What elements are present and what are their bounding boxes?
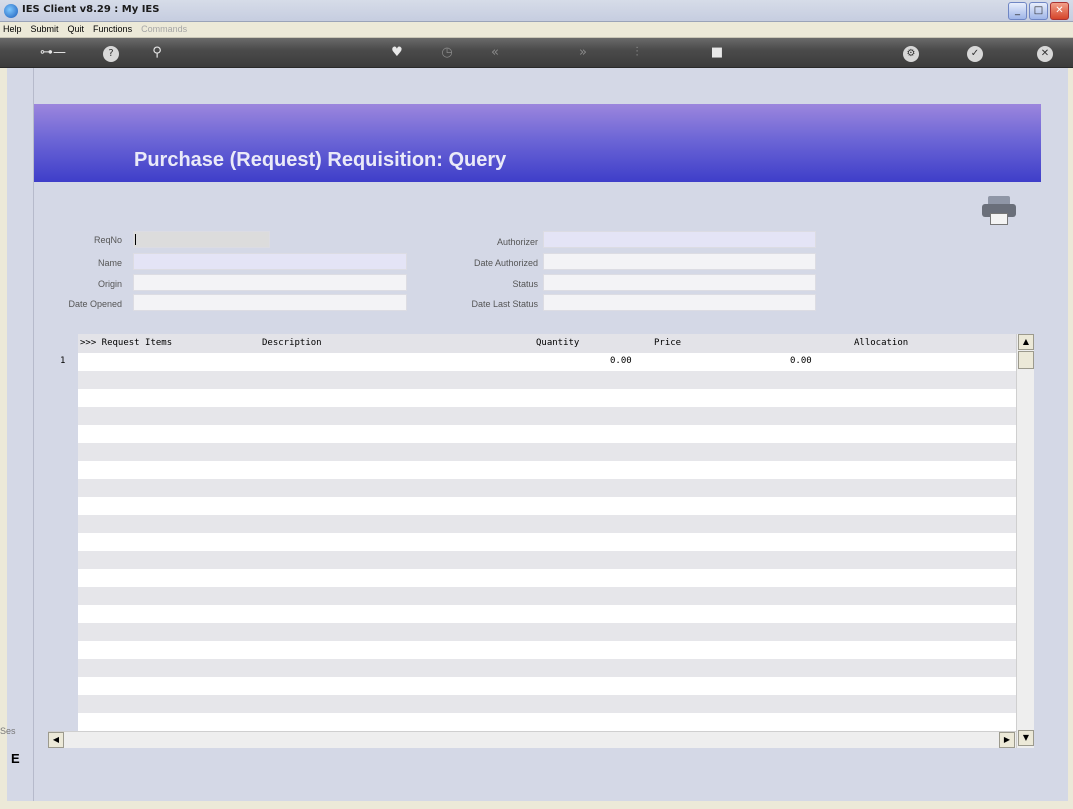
name-field[interactable] [133,253,407,270]
horizontal-scrollbar[interactable]: ◀ ▶ [48,731,1016,748]
col-price[interactable]: Price [654,334,681,353]
help-icon[interactable]: ? [100,44,122,62]
window-title: IES Client v8.29 : My IES [22,4,160,15]
table-row[interactable] [78,677,1016,695]
table-row[interactable] [78,695,1016,713]
origin-label: Origin [97,279,122,289]
reqno-field[interactable] [133,231,270,248]
table-row[interactable] [78,389,1016,407]
grid-rows: 0.00 0.00 [78,353,1016,731]
table-row[interactable] [78,551,1016,569]
close-icon[interactable]: ✕ [1034,44,1056,62]
col-allocation[interactable]: Allocation [854,334,908,353]
reqno-label: ReqNo [93,235,122,245]
close-window-button[interactable]: ✕ [1050,2,1069,20]
minimize-button[interactable]: _ [1008,2,1027,20]
heart-icon[interactable]: ♥ [386,44,408,62]
side-label: Ses [0,726,16,736]
table-row[interactable] [78,515,1016,533]
fast-forward-icon[interactable]: » [572,44,594,62]
printer-paper-out [990,213,1008,225]
date-opened-label: Date Opened [68,299,122,309]
settings-icon[interactable]: ⚙ [900,44,922,62]
menu-commands: Commands [141,24,188,34]
tree-icon[interactable]: ⫶ [626,44,648,62]
date-last-status-label: Date Last Status [471,299,538,309]
vertical-scrollbar[interactable]: ▲ ▼ [1016,334,1034,748]
col-quantity[interactable]: Quantity [536,334,579,353]
table-row[interactable] [78,497,1016,515]
toolbar: ⊶— ? ⚲ ♥ ◷ « » ⫶ ■ ⚙ ✓ ✕ [0,38,1073,68]
scroll-right-button[interactable]: ▶ [999,732,1015,748]
key-icon[interactable]: ⊶— [36,44,70,62]
quantity-cell[interactable]: 0.00 [610,356,632,366]
title-bar: IES Client v8.29 : My IES _ □ ✕ [0,0,1073,22]
side-char: E [11,751,20,766]
table-row[interactable] [78,659,1016,677]
status-label: Status [512,279,538,289]
menu-bar: Help Submit Quit Functions Commands [0,22,1073,38]
scroll-down-button[interactable]: ▼ [1018,730,1034,746]
table-row[interactable] [78,587,1016,605]
search-icon[interactable]: ⚲ [146,44,168,62]
table-row[interactable] [78,605,1016,623]
rewind-icon[interactable]: « [484,44,506,62]
grid-header: >>> Request Items Description Quantity P… [78,334,1016,353]
table-row[interactable] [78,623,1016,641]
menu-functions[interactable]: Functions [93,22,132,37]
table-row[interactable] [78,461,1016,479]
table-row[interactable] [78,371,1016,389]
col-request-items[interactable]: >>> Request Items [80,334,172,353]
stop-icon[interactable]: ■ [706,44,728,62]
printer-icon[interactable] [982,196,1016,226]
check-icon[interactable]: ✓ [964,44,986,62]
status-field[interactable] [543,274,816,291]
scroll-left-button[interactable]: ◀ [48,732,64,748]
menu-submit[interactable]: Submit [31,22,59,37]
origin-field[interactable] [133,274,407,291]
table-row[interactable] [78,407,1016,425]
scroll-up-button[interactable]: ▲ [1018,334,1034,350]
left-strip [7,68,34,801]
price-cell[interactable]: 0.00 [790,356,812,366]
maximize-button[interactable]: □ [1029,2,1048,20]
table-row[interactable] [78,479,1016,497]
menu-help[interactable]: Help [3,22,22,37]
scroll-thumb[interactable] [1018,351,1034,369]
table-row[interactable] [78,533,1016,551]
request-items-grid: >>> Request Items Description Quantity P… [48,334,1036,766]
app-icon [4,4,18,18]
row-number: 1 [60,356,66,366]
table-row[interactable] [78,443,1016,461]
menu-quit[interactable]: Quit [68,22,85,37]
authorizer-field[interactable] [543,231,816,248]
page-banner: Purchase (Request) Requisition: Query [34,104,1041,182]
date-authorized-field[interactable] [543,253,816,270]
name-label: Name [97,258,122,268]
row-numbers: 1 [48,353,78,731]
date-last-status-field[interactable] [543,294,816,311]
col-description[interactable]: Description [262,334,322,353]
authorizer-label: Authorizer [496,237,538,247]
table-row[interactable]: 0.00 0.00 [78,353,1016,371]
date-authorized-label: Date Authorized [473,258,538,268]
window-controls: _ □ ✕ [1008,2,1069,20]
table-row[interactable] [78,713,1016,731]
table-row[interactable] [78,569,1016,587]
page-title: Purchase (Request) Requisition: Query [134,149,507,171]
table-row[interactable] [78,641,1016,659]
clock-icon[interactable]: ◷ [436,44,458,62]
table-row[interactable] [78,425,1016,443]
date-opened-field[interactable] [133,294,407,311]
